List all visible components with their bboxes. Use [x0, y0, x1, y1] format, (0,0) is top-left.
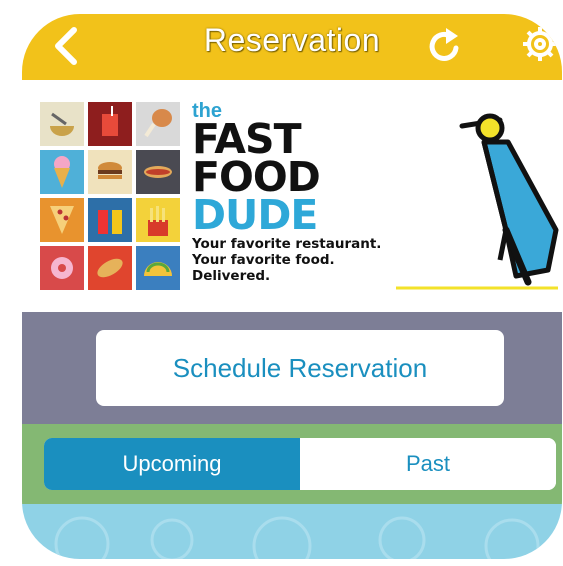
donut-icon [40, 246, 84, 290]
settings-button[interactable] [510, 20, 562, 68]
background-pattern [54, 516, 540, 559]
action-band: Schedule Reservation [22, 312, 562, 424]
refresh-button[interactable] [426, 24, 466, 68]
refresh-icon [429, 28, 459, 61]
burger-icon [88, 150, 132, 194]
tabs-band: Upcoming Past [22, 424, 562, 504]
tab-past[interactable]: Past [300, 438, 556, 490]
schedule-reservation-button[interactable]: Schedule Reservation [96, 330, 504, 406]
ice-cream-icon [40, 150, 84, 194]
scooter-icon [396, 113, 559, 290]
brand-banner: the FAST FOOD DUDE Your favorite restaur… [22, 80, 562, 312]
sandwich-icon [88, 246, 132, 290]
segmented-control: Upcoming Past [44, 438, 556, 490]
page-title: Reservation [203, 22, 381, 58]
fries-icon [136, 198, 180, 242]
condiments-icon [88, 198, 132, 242]
pizza-icon [40, 198, 84, 242]
content-area [22, 504, 562, 559]
tab-upcoming[interactable]: Upcoming [44, 438, 300, 490]
header-bar: Reservation [22, 14, 562, 80]
food-tile-grid [40, 102, 180, 290]
hotdog-icon [136, 150, 180, 194]
gear-icon [523, 27, 557, 61]
bowl-icon [40, 102, 84, 146]
chicken-leg-icon [136, 102, 180, 146]
drink-icon [88, 102, 132, 146]
app-screen: Reservation the FAST FOOD DUDE Your favo… [22, 14, 562, 559]
taco-icon [136, 246, 180, 290]
